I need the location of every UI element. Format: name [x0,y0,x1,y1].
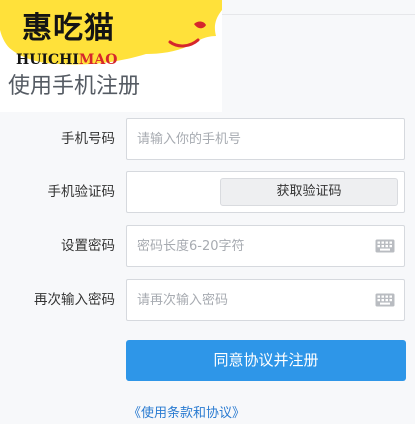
code-field[interactable]: 获取验证码 [126,171,405,213]
keyboard-icon[interactable] [375,293,395,307]
keyboard-icon[interactable] [375,239,395,253]
password-label: 设置密码 [61,238,115,254]
phone-field[interactable] [126,118,405,160]
header-card: 惠吃猫 HUICHIMAO 使用手机注册 [0,0,222,112]
terms-link[interactable]: 《使用条款和协议》 [128,402,245,421]
confirm-field[interactable] [126,279,405,321]
get-code-button[interactable]: 获取验证码 [220,178,398,206]
password-field[interactable] [126,225,405,267]
page-title: 使用手机注册 [8,74,141,99]
brand-logo[interactable]: 惠吃猫 HUICHIMAO [0,0,222,75]
logo-latin-text: HUICHIMAO [16,52,117,68]
confirm-input[interactable] [137,280,367,320]
phone-label: 手机号码 [61,131,115,147]
code-input[interactable] [137,172,217,212]
phone-input[interactable] [137,119,367,159]
register-submit-button[interactable]: 同意协议并注册 [126,340,406,381]
code-label: 手机验证码 [47,184,116,200]
logo-chinese-text: 惠吃猫 [22,11,115,46]
header-divider [222,14,415,15]
confirm-label: 再次输入密码 [34,292,115,308]
password-input[interactable] [137,226,367,266]
